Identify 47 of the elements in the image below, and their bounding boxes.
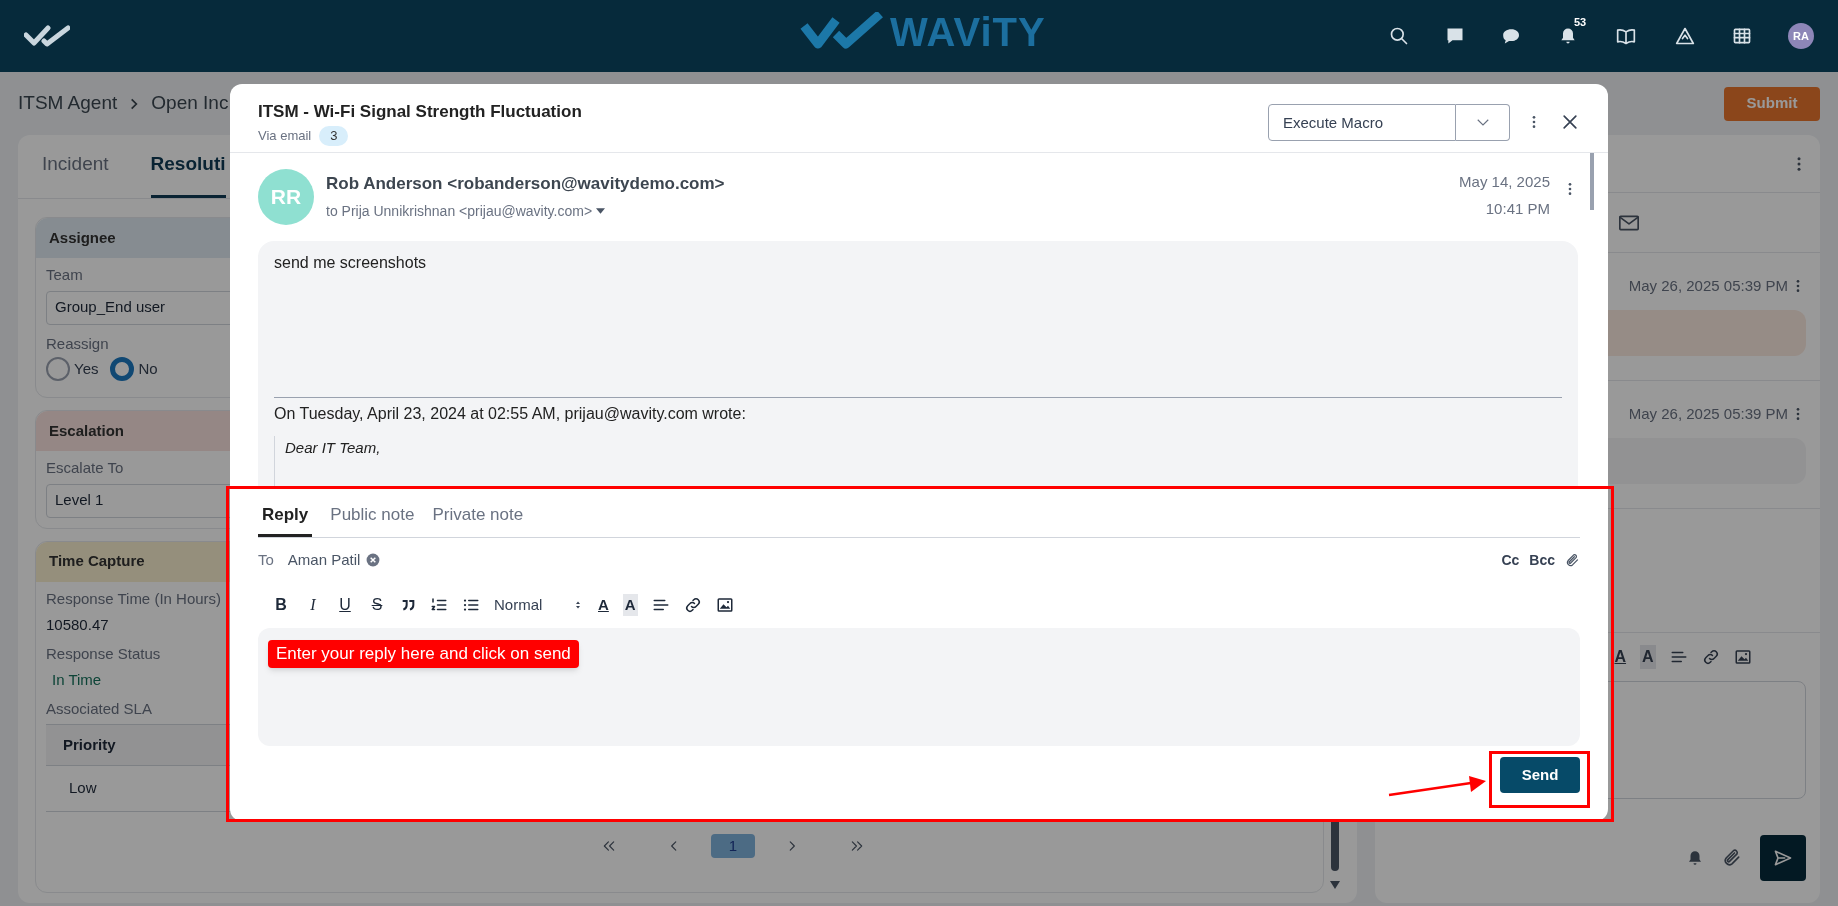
field-label: Response Time (In Hours) — [46, 588, 222, 609]
notification-count: 53 — [1574, 15, 1587, 30]
reply-tab[interactable]: Public note — [330, 495, 415, 537]
email-time: 10:41 PM — [1485, 198, 1550, 219]
strike-button[interactable]: S — [368, 593, 386, 617]
highlight-button[interactable]: A — [1640, 645, 1656, 669]
breadcrumb-current: Open Inc — [151, 91, 229, 116]
cc-button[interactable]: Cc — [1501, 549, 1520, 571]
logo-text: WAViTY — [890, 12, 1046, 52]
send-button[interactable]: Send — [1500, 757, 1580, 793]
reply-tab[interactable]: Reply — [258, 495, 313, 537]
message-time: May 26, 2025 05:39 PM — [1628, 404, 1788, 424]
table-cell-text: Low — [69, 778, 97, 799]
email-date: May 14, 2025 — [1459, 172, 1550, 192]
dialog-title: ITSM - Wi-Fi Signal Strength Fluctuation — [258, 100, 582, 123]
sender-avatar: RR — [258, 169, 314, 225]
panel-tab[interactable]: Resoluti — [150, 134, 226, 198]
channel-label: Via email — [258, 127, 312, 145]
field-label: Response Status — [46, 643, 161, 664]
bold-button[interactable]: B — [272, 593, 290, 617]
field-value: 10580.47 — [46, 615, 109, 635]
text-color-button[interactable]: A — [598, 593, 609, 617]
recipient-line: to Prija Unnikrishnan <prijau@wavity.com> — [326, 201, 593, 221]
count-badge: 3 — [319, 126, 349, 146]
text-color-button[interactable]: A — [1614, 645, 1627, 669]
reply-tab[interactable]: Private note — [432, 495, 524, 537]
sender-name: Rob Anderson <robanderson@wavitydemo.com> — [326, 173, 725, 195]
field-label: Associated SLA — [46, 698, 152, 719]
callout-label: Enter your reply here and click on send — [268, 640, 579, 668]
radio-label: Yes — [74, 358, 99, 379]
bcc-button[interactable]: Bcc — [1529, 549, 1555, 571]
column-header: Priority — [63, 734, 116, 755]
font-size-select[interactable]: Normal — [494, 593, 584, 617]
italic-button[interactable]: I — [304, 593, 322, 617]
field-label: Reassign — [46, 333, 109, 354]
field-label: Team — [46, 265, 83, 285]
field-value: In Time — [52, 670, 102, 690]
message-time: May 26, 2025 05:39 PM — [1628, 276, 1788, 296]
to-label: To — [258, 549, 274, 570]
macro-field[interactable]: Execute Macro — [1268, 103, 1456, 141]
underline-button[interactable]: U — [336, 593, 354, 617]
reply-editor[interactable]: Enter your reply here and click on send — [258, 628, 1580, 746]
highlight-button[interactable]: A — [622, 593, 638, 617]
field-label: Escalate To — [46, 458, 124, 478]
radio-label: No — [138, 358, 158, 379]
recipient-name: Aman Patil — [287, 549, 361, 570]
breadcrumb-link[interactable]: ITSM Agent — [18, 89, 118, 118]
